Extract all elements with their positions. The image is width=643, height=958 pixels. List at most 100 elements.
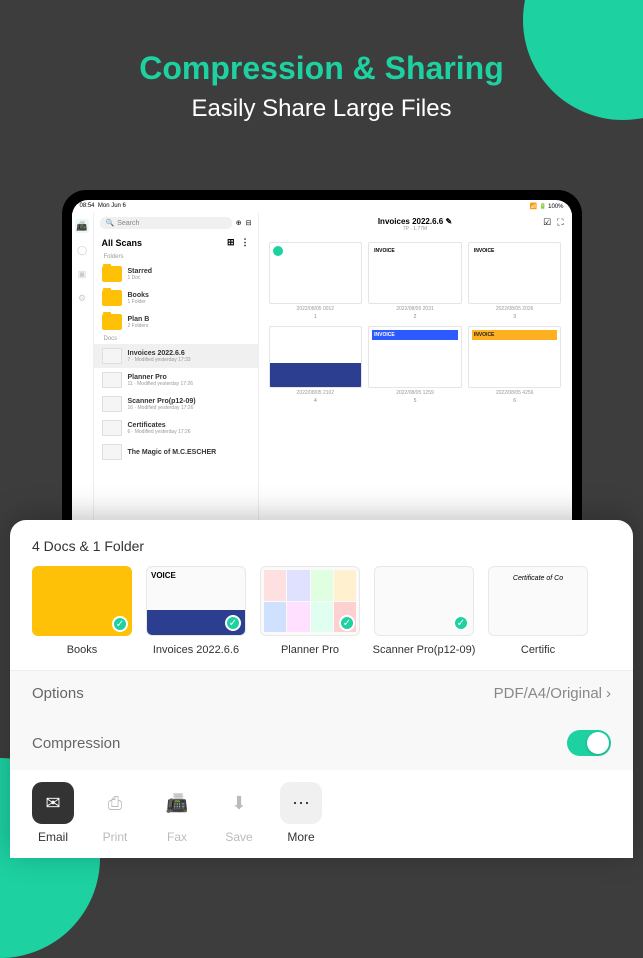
folder-meta: 1 Doc <box>128 275 250 281</box>
doc-thumb <box>102 372 122 388</box>
share-item-doc[interactable]: VOICE ✓ Invoices 2022.6.6 <box>146 566 246 656</box>
print-icon: ⎙ <box>94 782 136 824</box>
main-header: Invoices 2022.6.6 ✎ 7P · 1.77M ☑ ⛶ <box>259 213 572 236</box>
share-item-label: Scanner Pro(p12-09) <box>373 644 476 656</box>
doc-meta: 6 · Modified yesterday 17:26 <box>128 429 250 435</box>
more-icon[interactable]: ⋮ <box>241 237 250 248</box>
doc-thumb <box>102 444 122 460</box>
compression-toggle[interactable] <box>567 730 611 756</box>
status-bar: 08:54 Mon Jun 6 📶 🔋 100% <box>72 200 572 213</box>
share-item-doc[interactable]: ✓ Scanner Pro(p12-09) <box>374 566 474 656</box>
doc-item[interactable]: Planner Pro 11 · Modified yesterday 17:2… <box>94 368 258 392</box>
doc-item[interactable]: Scanner Pro(p12-09) 16 · Modified yester… <box>94 392 258 416</box>
action-save[interactable]: ⬇ Save <box>218 782 260 844</box>
folder-meta: 1 Folder <box>128 299 250 305</box>
tablet-device-frame: 08:54 Mon Jun 6 📶 🔋 100% 📠 ◯ ▣ ⚙ 🔍 Searc… <box>62 190 582 570</box>
status-right: 📶 🔋 100% <box>530 203 564 210</box>
share-item-doc[interactable]: ✓ Planner Pro <box>260 566 360 656</box>
action-label: Save <box>225 830 252 844</box>
options-value: PDF/A4/Original › <box>494 685 611 702</box>
hero-subtitle: Easily Share Large Files <box>20 95 623 123</box>
action-label: More <box>287 830 314 844</box>
doc-meta: 11 · Modified yesterday 17:26 <box>128 381 250 387</box>
folder-item[interactable]: Books 1 Folder <box>94 286 258 310</box>
download-icon: ⬇ <box>218 782 260 824</box>
action-fax[interactable]: 📠 Fax <box>156 782 198 844</box>
doc-thumb <box>102 396 122 412</box>
options-label: Options <box>32 685 84 702</box>
folders-group-label: Folders <box>94 252 258 262</box>
more-icon: ⋯ <box>280 782 322 824</box>
doc-name: The Magic of M.C.ESCHER <box>128 449 250 456</box>
doc-meta: 16 · Modified yesterday 17:26 <box>128 405 250 411</box>
tab-settings-icon[interactable]: ⚙ <box>75 291 89 305</box>
doc-thumb: ✓ <box>374 566 474 636</box>
scan-icon[interactable]: ⊟ <box>246 219 252 227</box>
selected-check-icon: ✓ <box>225 615 241 631</box>
sidebar: 🔍 Search ⊕ ⊟ All Scans ⊞ ⋮ Folders <box>94 213 259 560</box>
doc-item[interactable]: Invoices 2022.6.6 7 · Modified yesterday… <box>94 344 258 368</box>
share-item-label: Planner Pro <box>281 644 339 656</box>
folder-item[interactable]: Plan B 2 Folders <box>94 310 258 334</box>
doc-item[interactable]: The Magic of M.C.ESCHER <box>94 440 258 464</box>
tab-files-icon[interactable]: ▣ <box>75 267 89 281</box>
share-item-doc[interactable]: Certificate of Co Certific <box>488 566 588 656</box>
search-placeholder: Search <box>117 220 139 227</box>
share-item-folder[interactable]: ✓ Books <box>32 566 132 656</box>
folder-name: Starred <box>128 268 250 275</box>
screen: 08:54 Mon Jun 6 📶 🔋 100% 📠 ◯ ▣ ⚙ 🔍 Searc… <box>72 200 572 560</box>
tab-scanner-icon[interactable]: 📠 <box>75 219 89 233</box>
compression-row: Compression <box>10 716 633 770</box>
compression-label: Compression <box>32 735 120 752</box>
page-thumbnail[interactable]: INVOICE 2022/08/05 2031 2 <box>368 242 462 320</box>
page-thumbnail[interactable]: INVOICE 2022/08/05 1259 5 <box>368 326 462 404</box>
doc-thumb: ✓ <box>260 566 360 636</box>
page-thumbnail[interactable]: INVOICE 2022/08/05 2026 3 <box>468 242 562 320</box>
page-thumbnail[interactable]: 2022/08/05 2102 4 <box>269 326 363 404</box>
action-print[interactable]: ⎙ Print <box>94 782 136 844</box>
selected-check-icon: ✓ <box>453 615 469 631</box>
share-items-row[interactable]: ✓ Books VOICE ✓ Invoices 2022.6.6 ✓ Plan… <box>10 566 633 670</box>
page-thumbnail[interactable]: 2022/08/05 0012 1 <box>269 242 363 320</box>
folder-name: Plan B <box>128 316 250 323</box>
select-icon[interactable]: ☑ <box>543 217 551 228</box>
main-panel: Invoices 2022.6.6 ✎ 7P · 1.77M ☑ ⛶ 2022/… <box>259 213 572 560</box>
folder-meta: 2 Folders <box>128 323 250 329</box>
options-row[interactable]: Options PDF/A4/Original › <box>10 670 633 716</box>
folder-item[interactable]: Starred 1 Doc <box>94 262 258 286</box>
doc-thumb: VOICE ✓ <box>146 566 246 636</box>
doc-thumb <box>102 348 122 364</box>
doc-name: Certificates <box>128 422 250 429</box>
sidebar-header: All Scans ⊞ ⋮ <box>94 233 258 252</box>
hero: Compression & Sharing Easily Share Large… <box>0 0 643 153</box>
add-folder-icon[interactable]: ⊕ <box>236 219 242 227</box>
selected-check-icon: ✓ <box>339 615 355 631</box>
share-item-label: Books <box>67 644 98 656</box>
new-folder-icon[interactable]: ⊞ <box>227 237 235 248</box>
share-item-label: Invoices 2022.6.6 <box>153 644 239 656</box>
action-label: Fax <box>167 830 187 844</box>
page-thumbnail[interactable]: INVOICE 2022/08/05 4256 6 <box>468 326 562 404</box>
doc-thumb: Certificate of Co <box>488 566 588 636</box>
edit-icon[interactable]: ✎ <box>445 217 452 226</box>
action-email[interactable]: ✉ Email <box>32 782 74 844</box>
doc-meta: 7 · Modified yesterday 17:33 <box>128 357 250 363</box>
action-label: Email <box>38 830 68 844</box>
fullscreen-icon[interactable]: ⛶ <box>557 217 563 228</box>
folder-icon <box>102 290 122 306</box>
doc-thumb <box>102 420 122 436</box>
action-label: Print <box>103 830 128 844</box>
search-input[interactable]: 🔍 Search <box>100 217 232 229</box>
share-item-label: Certific <box>521 644 555 656</box>
doc-name: Planner Pro <box>128 374 250 381</box>
page-grid: 2022/08/05 0012 1 INVOICE 2022/08/05 203… <box>259 236 572 410</box>
doc-item[interactable]: Certificates 6 · Modified yesterday 17:2… <box>94 416 258 440</box>
folder-icon <box>102 266 122 282</box>
tab-cloud-icon[interactable]: ◯ <box>75 243 89 257</box>
status-date: Mon Jun 6 <box>98 203 126 209</box>
action-more[interactable]: ⋯ More <box>280 782 322 844</box>
fax-icon: 📠 <box>156 782 198 824</box>
email-icon: ✉ <box>32 782 74 824</box>
doc-name: Scanner Pro(p12-09) <box>128 398 250 405</box>
hero-title: Compression & Sharing <box>20 50 623 87</box>
